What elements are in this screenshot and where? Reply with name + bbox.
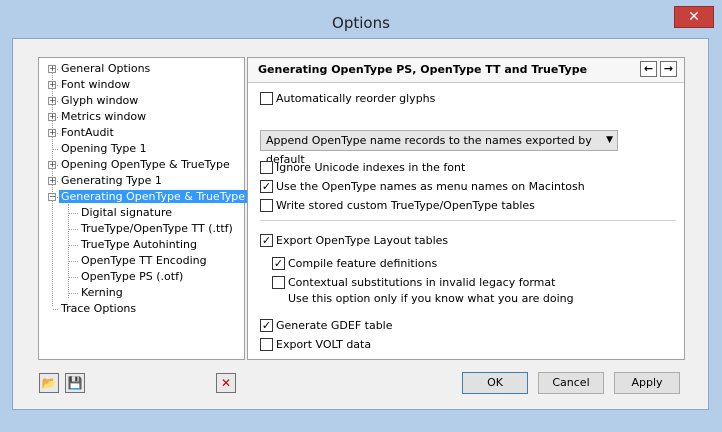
tree-item[interactable]: Opening OpenType & TrueType <box>59 157 232 173</box>
tree-item[interactable]: FontAudit <box>59 125 116 141</box>
compile-features-checkbox[interactable]: ✓ <box>272 257 285 270</box>
tree-item[interactable]: Kerning <box>79 285 125 301</box>
options-tree[interactable]: General Options + Font window + Glyph window… <box>38 57 247 360</box>
tree-item-label: OpenType TT Encoding <box>81 254 207 267</box>
tree-item[interactable]: Opening Type 1 <box>59 141 149 157</box>
window-title: Options <box>332 14 390 32</box>
forward-button[interactable]: → <box>660 61 677 77</box>
tree-guide-line <box>53 309 58 310</box>
open-button[interactable]: 📂 <box>39 373 59 393</box>
tree-item-label: OpenType PS (.otf) <box>81 270 184 283</box>
tree-item[interactable]: Generating Type 1 <box>59 173 164 189</box>
close-icon: ✕ <box>688 9 700 25</box>
ignore-unicode-checkbox[interactable] <box>260 161 273 174</box>
folder-open-icon: 📂 <box>41 376 57 390</box>
expand-icon[interactable]: + <box>48 177 56 185</box>
reorder-glyphs-checkbox[interactable] <box>260 92 273 105</box>
volt-checkbox[interactable] <box>260 338 273 351</box>
tree-item-label: Metrics window <box>61 110 147 123</box>
tree-item-label: Digital signature <box>81 206 172 219</box>
tree-item-label: Kerning <box>81 286 123 299</box>
tree-item[interactable]: General Options <box>59 61 152 77</box>
tree-item-label: Glyph window <box>61 94 139 107</box>
panel-header: Generating OpenType PS, OpenType TT and … <box>248 58 684 83</box>
tree-item[interactable]: Glyph window <box>59 93 140 109</box>
gdef-checkbox[interactable]: ✓ <box>260 319 273 332</box>
cancel-button[interactable]: Cancel <box>538 372 604 394</box>
expand-icon[interactable]: + <box>48 113 56 121</box>
tree-item-label: FontAudit <box>61 126 114 139</box>
export-layout-checkbox[interactable]: ✓ <box>260 234 273 247</box>
name-records-select[interactable]: Append OpenType name records to the name… <box>260 130 618 166</box>
tree-item[interactable]: OpenType PS (.otf) <box>79 269 185 285</box>
tree-guide-line <box>69 229 78 230</box>
separator <box>260 220 676 221</box>
collapse-icon[interactable]: − <box>48 193 56 201</box>
delete-icon: ✕ <box>220 376 232 390</box>
tree-item[interactable]: OpenType TT Encoding <box>79 253 209 269</box>
tree-item-label: Generating Type 1 <box>61 174 162 187</box>
tree-item-label: Trace Options <box>61 302 137 315</box>
expand-icon[interactable]: + <box>48 81 56 89</box>
tree-item-label: Opening Type 1 <box>61 142 147 155</box>
chevron-down-icon: ▼ <box>606 135 613 145</box>
tree-guide-line <box>53 149 58 150</box>
title-bar[interactable]: Options ✕ <box>0 0 722 38</box>
tree-item[interactable]: TrueType/OpenType TT (.ttf) <box>79 221 235 237</box>
close-button[interactable]: ✕ <box>674 6 714 28</box>
delete-button[interactable]: ✕ <box>216 373 236 393</box>
expand-icon[interactable]: + <box>48 97 56 105</box>
tree-guide-line <box>69 293 78 294</box>
panel-title: Generating OpenType PS, OpenType TT and … <box>258 63 588 76</box>
tree-item[interactable]: Generating OpenType & TrueType <box>59 189 247 205</box>
ok-button[interactable]: OK <box>462 372 528 394</box>
tree-guide-line <box>69 261 78 262</box>
options-window: Options ✕ General Options + Font window + Gl… <box>0 0 722 432</box>
back-button[interactable]: ← <box>640 61 657 77</box>
dialog-client: General Options + Font window + Glyph window… <box>12 38 709 410</box>
tree-item[interactable]: Trace Options <box>59 301 138 317</box>
tree-item-label: TrueType/OpenType TT (.ttf) <box>81 222 233 235</box>
tree-item-label: General Options <box>61 62 151 75</box>
tree-guide-line <box>69 277 78 278</box>
expand-icon[interactable]: + <box>48 65 56 73</box>
contextual-subs-note: Use this option only if you know what yo… <box>288 292 574 305</box>
tree-item[interactable]: Font window <box>59 77 132 93</box>
menu-names-mac-checkbox[interactable]: ✓ <box>260 180 273 193</box>
tree-item[interactable]: TrueType Autohinting <box>79 237 199 253</box>
tree-item[interactable]: Metrics window <box>59 109 148 125</box>
tree-guide-line <box>68 204 69 298</box>
expand-icon[interactable]: + <box>48 161 56 169</box>
apply-button[interactable]: Apply <box>614 372 680 394</box>
settings-panel: Generating OpenType PS, OpenType TT and … <box>247 57 685 360</box>
contextual-subs-checkbox[interactable] <box>272 276 285 289</box>
tree-guide-line <box>69 245 78 246</box>
tree-item[interactable]: Digital signature <box>79 205 174 221</box>
expand-icon[interactable]: + <box>48 129 56 137</box>
tree-item-label: Generating OpenType & TrueType <box>59 190 247 203</box>
arrow-right-icon: → <box>663 62 674 75</box>
arrow-left-icon: ← <box>643 62 654 75</box>
tree-item-label: Font window <box>61 78 131 91</box>
floppy-disk-icon: 💾 <box>67 376 83 390</box>
tree-item-label: TrueType Autohinting <box>81 238 197 251</box>
custom-tables-checkbox[interactable] <box>260 199 273 212</box>
save-button[interactable]: 💾 <box>65 373 85 393</box>
tree-guide-line <box>69 213 78 214</box>
tree-item-label: Opening OpenType & TrueType <box>61 158 230 171</box>
